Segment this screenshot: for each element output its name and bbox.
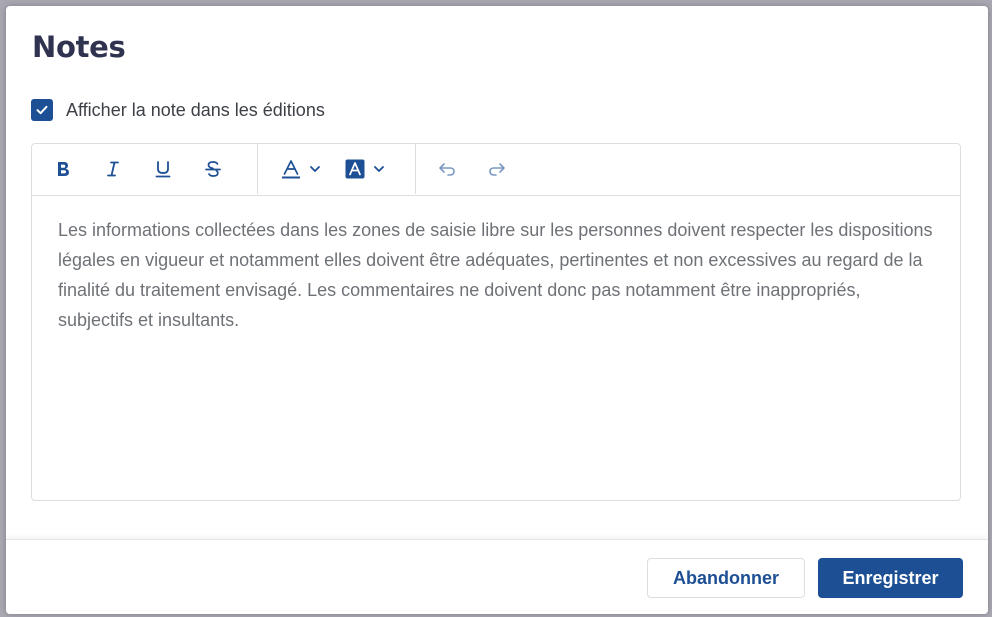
redo-icon [489, 163, 505, 176]
chevron-down-icon [310, 166, 320, 172]
highlight-color-icon [345, 159, 365, 179]
text-color-icon [282, 160, 300, 179]
redo-button[interactable] [484, 156, 510, 182]
show-in-editions-option[interactable]: Afficher la note dans les éditions [31, 99, 325, 121]
highlight-color-button[interactable] [340, 156, 390, 182]
show-in-editions-checkbox[interactable] [31, 99, 53, 121]
strikethrough-button[interactable] [200, 156, 226, 182]
text-color-button[interactable] [276, 156, 326, 182]
undo-button[interactable] [434, 156, 460, 182]
editor-toolbar [32, 144, 960, 196]
toolbar-separator [415, 144, 416, 194]
italic-icon [107, 161, 119, 177]
strikethrough-icon [205, 161, 221, 177]
dialog-title: Notes [32, 30, 126, 64]
undo-icon [439, 163, 455, 176]
toolbar-separator [257, 144, 258, 194]
show-in-editions-label: Afficher la note dans les éditions [66, 99, 325, 120]
cancel-button[interactable]: Abandonner [647, 558, 805, 598]
bold-icon [58, 162, 69, 176]
dialog-footer: Abandonner Enregistrer [6, 539, 988, 614]
bold-button[interactable] [50, 156, 76, 182]
underline-button[interactable] [150, 156, 176, 182]
rich-text-editor: Les informations collectées dans les zon… [31, 143, 961, 501]
notes-dialog: Notes Afficher la note dans les éditions [6, 6, 988, 614]
checkmark-icon [36, 105, 48, 115]
chevron-down-icon [374, 166, 384, 172]
save-button[interactable]: Enregistrer [818, 558, 963, 598]
italic-button[interactable] [100, 156, 126, 182]
note-text-area[interactable]: Les informations collectées dans les zon… [32, 196, 960, 335]
underline-icon [155, 161, 171, 178]
